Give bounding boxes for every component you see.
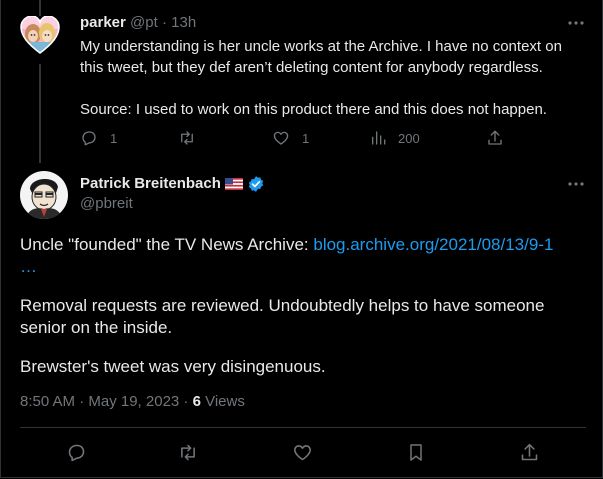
more-horizontal-icon[interactable] [566, 13, 586, 33]
tweet-link[interactable]: blog.archive.org/2021/08/13/9-1 [313, 235, 553, 254]
view-count: 200 [398, 130, 420, 146]
reply-tweet[interactable]: parker @pt · 13h My understanding is her… [1, 0, 603, 163]
retweet-icon [181, 131, 193, 145]
tweet-paragraph: Brewster's tweet was very disingenuous. [20, 357, 326, 376]
share-button[interactable] [518, 441, 540, 463]
reply-action-bar: 1 1 200 [80, 128, 510, 148]
bookmark-icon [410, 443, 422, 461]
tweet-metadata: 8:50 AM · May 19, 2023 · 6 Views [20, 392, 245, 412]
share-icon [488, 130, 502, 145]
tweet-thread-panel: parker @pt · 13h My understanding is her… [0, 0, 603, 478]
like-icon [273, 131, 289, 145]
views-button[interactable]: 200 [370, 128, 420, 148]
tweet-paragraph: Removal requests are reviewed. Undoubted… [20, 296, 545, 337]
reply-count: 1 [110, 130, 118, 146]
reply-separator: · [161, 14, 167, 31]
bookmark-button[interactable] [405, 441, 427, 463]
views-label: Views [200, 393, 245, 410]
share-icon [521, 443, 537, 460]
verified-badge-icon[interactable] [247, 175, 265, 193]
tweet-author-handle[interactable]: @pbreit [80, 195, 133, 213]
views-count: 6 [192, 393, 201, 410]
retweet-button[interactable] [177, 128, 197, 148]
reply-icon [82, 131, 96, 146]
reply-header: parker @pt · 13h [80, 14, 196, 32]
tweet-text: Uncle "founded" the TV News Archive: blo… [20, 234, 590, 378]
reply-button[interactable] [65, 441, 87, 463]
reply-button[interactable]: 1 [80, 128, 117, 148]
divider [20, 427, 586, 428]
tweet-timestamp[interactable]: 8:50 AM · May 19, 2023 · [20, 393, 193, 410]
reply-handle[interactable]: @pt [130, 14, 158, 31]
like-icon [293, 444, 311, 460]
avatar-parker[interactable] [20, 16, 60, 56]
views-icon [372, 131, 386, 145]
reply-time[interactable]: 13h [171, 14, 196, 31]
author-display-name[interactable]: Patrick Breitenbach [80, 175, 221, 193]
tweet-link-ellipsis[interactable]: … [20, 257, 37, 276]
reply-text: My understanding is her uncle works at t… [80, 36, 585, 120]
tweet-lead-text: Uncle "founded" the TV News Archive: [20, 235, 314, 254]
thread-connector-top [39, 0, 41, 16]
retweet-button[interactable] [177, 441, 199, 463]
reply-icon [68, 444, 84, 461]
more-horizontal-icon[interactable] [566, 174, 586, 194]
reply-display-name[interactable]: parker [80, 14, 126, 31]
like-count: 1 [302, 130, 310, 146]
like-button[interactable] [291, 441, 313, 463]
like-button[interactable]: 1 [272, 128, 309, 148]
retweet-icon [181, 444, 195, 460]
reply-paragraph: Source: I used to work on this product t… [80, 101, 547, 118]
thread-connector [39, 64, 41, 163]
tweet-paragraph: Uncle "founded" the TV News Archive: blo… [20, 234, 590, 278]
tweet-author-name[interactable]: Patrick Breitenbach [80, 175, 265, 193]
us-flag-icon [224, 178, 243, 190]
avatar-patrick[interactable] [20, 171, 68, 219]
reply-paragraph: My understanding is her uncle works at t… [80, 38, 562, 76]
share-button[interactable] [486, 128, 504, 148]
tweet-action-bar [20, 441, 586, 463]
